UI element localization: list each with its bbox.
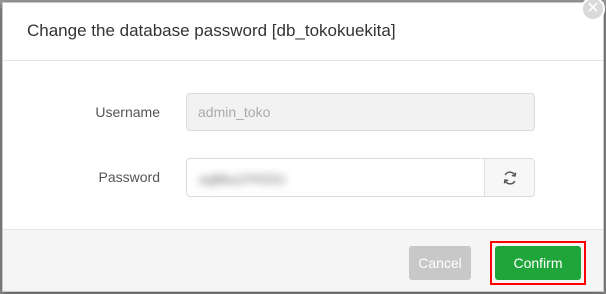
password-label: Password xyxy=(98,169,160,185)
username-label: Username xyxy=(95,104,160,120)
close-icon: ✕ xyxy=(586,0,600,17)
confirm-button[interactable]: Confirm xyxy=(495,246,581,280)
dialog-body: Username admin_toko Password sq8kuiJYKDU xyxy=(3,61,603,229)
refresh-icon xyxy=(503,170,516,185)
cancel-button[interactable]: Cancel xyxy=(409,246,471,280)
dialog-footer: Cancel Confirm xyxy=(3,229,603,291)
generate-password-button[interactable] xyxy=(484,158,535,197)
dialog-header: Change the database password [db_tokokue… xyxy=(3,3,603,61)
password-value: sq8kuiJYKDU xyxy=(199,171,286,187)
username-field: admin_toko xyxy=(186,93,535,131)
change-password-dialog: Change the database password [db_tokokue… xyxy=(2,0,605,292)
dialog-title: Change the database password [db_tokokue… xyxy=(27,21,396,40)
password-field[interactable]: sq8kuiJYKDU xyxy=(186,158,485,197)
